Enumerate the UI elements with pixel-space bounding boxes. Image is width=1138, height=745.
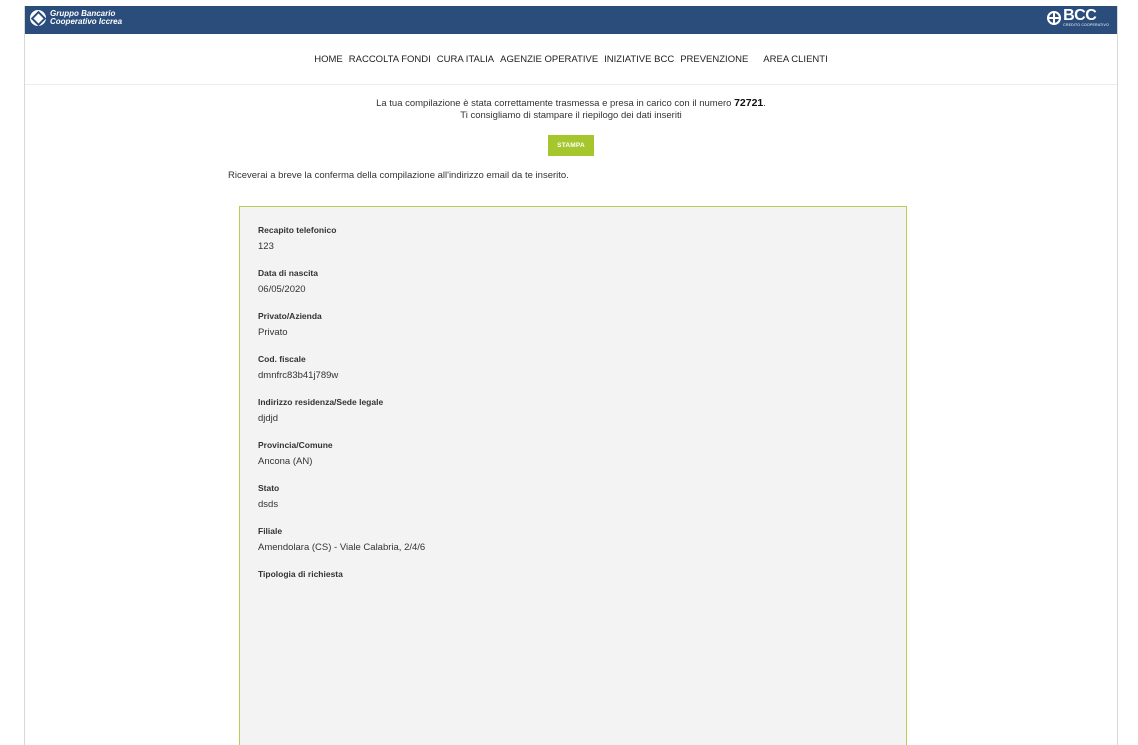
iccrea-logo-text: Gruppo Bancario Cooperativo Iccrea	[50, 10, 122, 26]
nav-cura-italia[interactable]: CURA ITALIA	[437, 54, 494, 65]
summary-field: Indirizzo residenza/Sede legale djdjd	[258, 397, 888, 425]
summary-field: Filiale Amendolara (CS) - Viale Calabria,…	[258, 526, 888, 554]
summary-field-value: 06/05/2020	[258, 284, 306, 295]
browser-page: Gruppo Bancario Cooperativo Iccrea BCC C…	[24, 6, 1118, 745]
notice-prefix: La tua compilazione è stata correttament…	[376, 98, 732, 109]
nav-iniziative-bcc[interactable]: INIZIATIVE BCC	[604, 54, 674, 65]
summary-field-value: 123	[258, 241, 274, 252]
summary-field: Recapito telefonico 123	[258, 225, 888, 253]
print-button[interactable]: STAMPA	[548, 135, 594, 156]
bcc-logo[interactable]: BCC CREDITO COOPERATIVO	[1047, 7, 1109, 28]
top-bar: Gruppo Bancario Cooperativo Iccrea BCC C…	[25, 6, 1117, 34]
iccrea-logo[interactable]: Gruppo Bancario Cooperativo Iccrea	[30, 10, 122, 26]
submission-number: 72721	[734, 97, 764, 109]
summary-field-value: dsds	[258, 499, 279, 510]
summary-field-label: Data di nascita	[258, 268, 318, 278]
main-nav: HOME RACCOLTA FONDI CURA ITALIA AGENZIE …	[25, 34, 1117, 85]
nav-agenzie-operative[interactable]: AGENZIE OPERATIVE	[500, 54, 598, 65]
summary-field-label: Recapito telefonico	[258, 225, 337, 235]
summary-field-label: Privato/Azienda	[258, 311, 322, 321]
summary-field: Privato/Azienda Privato	[258, 311, 888, 339]
summary-field-value: djdjd	[258, 413, 279, 424]
bcc-logo-sub: CREDITO COOPERATIVO	[1063, 23, 1109, 27]
summary-field-label: Indirizzo residenza/Sede legale	[258, 397, 384, 407]
summary-field-label: Stato	[258, 483, 280, 493]
notice-line-2: Ti consigliamo di stampare il riepilogo …	[460, 110, 682, 121]
nav-raccolta-fondi[interactable]: RACCOLTA FONDI	[349, 54, 431, 65]
summary-field: Tipologia di richiesta	[258, 569, 888, 580]
summary-field: Stato dsds	[258, 483, 888, 511]
summary-field-value: dmnfrc83b41j789w	[258, 370, 339, 381]
summary-field-label: Provincia/Comune	[258, 440, 333, 450]
iccrea-emblem-icon	[30, 10, 46, 26]
email-confirmation-text: Riceverai a breve la conferma della comp…	[228, 170, 569, 181]
summary-field-label: Tipologia di richiesta	[258, 569, 343, 579]
summary-field-label: Cod. fiscale	[258, 354, 306, 364]
print-button-row: STAMPA	[25, 134, 1117, 156]
summary-field: Cod. fiscale dmnfrc83b41j789w	[258, 354, 888, 382]
summary-field-value: Ancona (AN)	[258, 456, 313, 467]
bcc-cross-icon	[1047, 11, 1062, 25]
summary-field-label: Filiale	[258, 526, 283, 536]
notice-line-1: La tua compilazione è stata correttament…	[25, 97, 1117, 110]
notice-suffix: .	[763, 98, 766, 109]
nav-area-clienti[interactable]: AREA CLIENTI	[763, 54, 827, 65]
bcc-logo-text: BCC CREDITO COOPERATIVO	[1063, 7, 1109, 28]
submission-notice: La tua compilazione è stata correttament…	[25, 97, 1117, 122]
brand-line-2: Cooperativo Iccrea	[50, 17, 123, 26]
nav-prevenzione[interactable]: PREVENZIONE	[680, 54, 748, 65]
summary-panel: Recapito telefonico 123 Data di nascita 06/…	[239, 206, 907, 745]
nav-home[interactable]: HOME	[314, 54, 343, 65]
summary-field-value: Privato	[258, 327, 288, 338]
summary-field: Provincia/Comune Ancona (AN)	[258, 440, 888, 468]
bcc-logo-main: BCC	[1063, 7, 1097, 24]
summary-field-value: Amendolara (CS) - Viale Calabria, 2/4/6	[258, 542, 426, 553]
summary-field: Data di nascita 06/05/2020	[258, 268, 888, 296]
